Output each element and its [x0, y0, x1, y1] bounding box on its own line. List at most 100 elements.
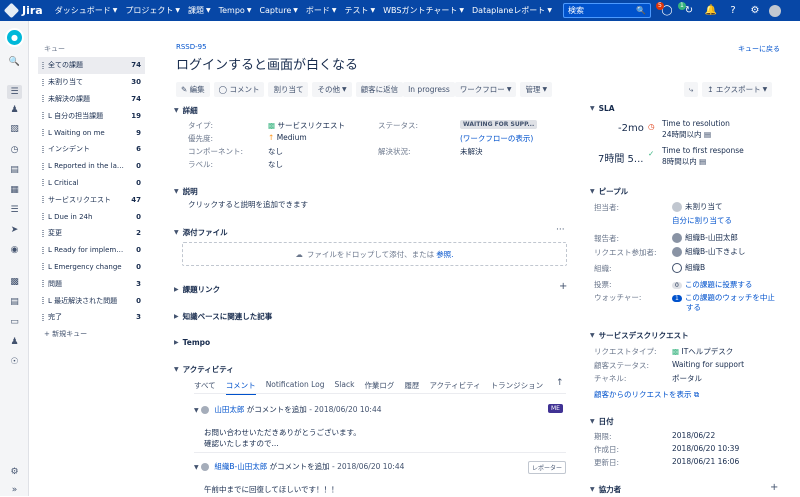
participants-value[interactable]: 組織B-山下きよし [672, 246, 745, 257]
drag-handle-icon[interactable] [42, 145, 44, 153]
in-progress-button[interactable]: In progress [403, 82, 455, 97]
stop-watching-link-cont[interactable]: する [686, 302, 701, 313]
roadmap-icon[interactable]: ☰ [7, 203, 22, 217]
new-queue-link[interactable]: + 新規キュー [38, 329, 145, 339]
drag-handle-icon[interactable] [42, 313, 44, 321]
expand-sidebar-icon[interactable]: » [7, 483, 22, 497]
components-icon[interactable]: ◉ [7, 243, 22, 257]
project-avatar[interactable]: ● [5, 28, 24, 47]
people-section-header[interactable]: ▼ ピープル [590, 186, 628, 197]
description-section-header[interactable]: ▼ 説明 [174, 186, 198, 197]
queue-item[interactable]: L Reported in the las... 0 [38, 158, 145, 175]
reports-icon[interactable]: ▧ [7, 122, 22, 136]
queue-item[interactable]: 完了 3 [38, 309, 145, 326]
add-collaborator-icon[interactable]: + [770, 482, 778, 493]
people-icon[interactable]: ♟ [7, 335, 22, 349]
details-section-header[interactable]: ▼ 詳細 [174, 105, 198, 116]
back-to-queue-link[interactable]: キューに戻る [738, 44, 780, 54]
comment-author-link[interactable]: 山田太郎 [214, 405, 244, 414]
notifications-button[interactable]: 5 ◯ [656, 1, 675, 19]
more-options-icon[interactable]: ··· [556, 225, 565, 235]
add-link-icon[interactable]: + [559, 281, 567, 292]
nav-item[interactable]: テスト ▼ [341, 5, 380, 16]
view-workflow-link[interactable]: (ワークフローの表示) [460, 133, 533, 144]
help-button[interactable]: ? [725, 3, 741, 19]
workflow-button[interactable]: ワークフロー ▼ [454, 82, 517, 97]
nav-item[interactable]: Capture ▼ [255, 6, 301, 15]
drag-handle-icon[interactable] [42, 179, 44, 187]
drag-handle-icon[interactable] [42, 129, 44, 137]
view-customer-request-link[interactable]: 顧客からのリクエストを表示 ⧉ [594, 389, 699, 400]
stop-watching-link[interactable]: この課題のウォッチを中止 [685, 293, 775, 302]
drag-handle-icon[interactable] [42, 280, 44, 288]
knowledge-base-icon[interactable]: ▤ [7, 163, 22, 177]
share-button[interactable]: ⤷ [684, 82, 699, 97]
queues-icon[interactable]: ☰ [7, 85, 22, 99]
queue-item[interactable]: 変更 2 [38, 225, 145, 242]
queue-item[interactable]: サービスリクエスト 47 [38, 191, 145, 208]
comment-author-link[interactable]: 組織B-山田太郎 [214, 462, 267, 471]
browse-link[interactable]: 参照. [436, 249, 453, 260]
drag-handle-icon[interactable] [42, 229, 44, 237]
drag-handle-icon[interactable] [42, 246, 44, 254]
activity-button[interactable]: 1 ↻ [678, 1, 697, 19]
reporter-value[interactable]: 組織B-山田太郎 [672, 232, 738, 243]
drag-handle-icon[interactable] [42, 213, 44, 221]
nav-item[interactable]: 課題 ▼ [184, 5, 215, 16]
dates-section-header[interactable]: ▼ 日付 [590, 416, 614, 427]
queue-item[interactable]: L Due in 24h 0 [38, 208, 145, 225]
attachment-dropzone[interactable]: ☁ ファイルをドロップして添付、または 参照. [182, 242, 567, 266]
queue-item[interactable]: L 自分の担当課題 19 [38, 107, 145, 124]
display-icon[interactable]: ▭ [7, 315, 22, 329]
vote-link[interactable]: この課題に投票する [685, 280, 753, 289]
page-icon[interactable]: ▤ [7, 295, 22, 309]
issue-links-section-header[interactable]: ▶ 課題リンク [174, 284, 220, 295]
sort-arrow-icon[interactable]: ↑ [556, 378, 564, 388]
export-button[interactable]: ↥ エクスポート ▼ [702, 82, 773, 97]
edit-button[interactable]: ✎ 編集 [176, 82, 210, 97]
gear-icon[interactable]: ⚙ [7, 465, 22, 479]
nav-item[interactable]: プロジェクト ▼ [121, 5, 184, 16]
add-item-icon[interactable]: ▩ [7, 275, 22, 289]
sd-request-section-header[interactable]: ▼ サービスデスクリクエスト [590, 330, 689, 341]
assign-to-me-link[interactable]: 自分に割り当てる [672, 215, 732, 226]
drag-handle-icon[interactable] [42, 297, 44, 305]
queue-item[interactable]: L Waiting on me 9 [38, 124, 145, 141]
drag-handle-icon[interactable] [42, 78, 44, 86]
customers-icon[interactable]: ♟ [7, 103, 22, 117]
queue-item[interactable]: 全ての課題 74 [38, 57, 145, 74]
queue-item[interactable]: 問題 3 [38, 275, 145, 292]
nav-item[interactable]: ダッシュボード ▼ [51, 5, 122, 16]
comment-button[interactable]: ◯ コメント [213, 82, 265, 97]
queue-item[interactable]: L 最近解決された問題 0 [38, 292, 145, 309]
user-avatar[interactable] [769, 4, 781, 17]
more-button[interactable]: その他 ▼ [312, 82, 352, 97]
jira-logo[interactable]: Jira [3, 2, 43, 19]
nav-item[interactable]: Dataplaneレポート ▼ [468, 5, 556, 16]
drag-handle-icon[interactable] [42, 112, 44, 120]
drag-handle-icon[interactable] [42, 61, 44, 69]
notifications-bell-button[interactable]: 🔔 [703, 3, 719, 19]
drag-handle-icon[interactable] [42, 196, 44, 204]
sla-clock-icon[interactable]: ◷ [7, 143, 22, 157]
collaborators-section-header[interactable]: ▼ 協力者 [590, 484, 621, 495]
admin-button[interactable]: 管理 ▼ [520, 82, 553, 97]
settings-button[interactable]: ⚙ [747, 3, 763, 19]
board-icon[interactable]: ▦ [7, 183, 22, 197]
assignee-value[interactable]: 未割り当て [672, 201, 723, 212]
queue-item[interactable]: L Emergency change 0 [38, 259, 145, 276]
kb-section-header[interactable]: ▶ 知識ベースに関連した記事 [174, 311, 272, 322]
nav-item[interactable]: Tempo ▼ [215, 6, 256, 15]
reply-customer-button[interactable]: 顧客に返信 [355, 82, 404, 97]
release-icon[interactable]: ➤ [7, 223, 22, 237]
issue-key-link[interactable]: RSSD-95 [176, 43, 207, 51]
queue-item[interactable]: L Critical 0 [38, 175, 145, 192]
tempo-section-header[interactable]: ▶ Tempo [174, 338, 210, 347]
drag-handle-icon[interactable] [42, 95, 44, 103]
status-badge[interactable]: WAITING FOR SUPP... [460, 120, 538, 129]
search-icon[interactable]: 🔍 [7, 55, 22, 69]
nav-item[interactable]: ボード ▼ [302, 5, 341, 16]
sla-section-header[interactable]: ▼ SLA [590, 104, 615, 113]
organization-value[interactable]: 組織B [672, 262, 705, 273]
queue-item[interactable]: インシデント 6 [38, 141, 145, 158]
